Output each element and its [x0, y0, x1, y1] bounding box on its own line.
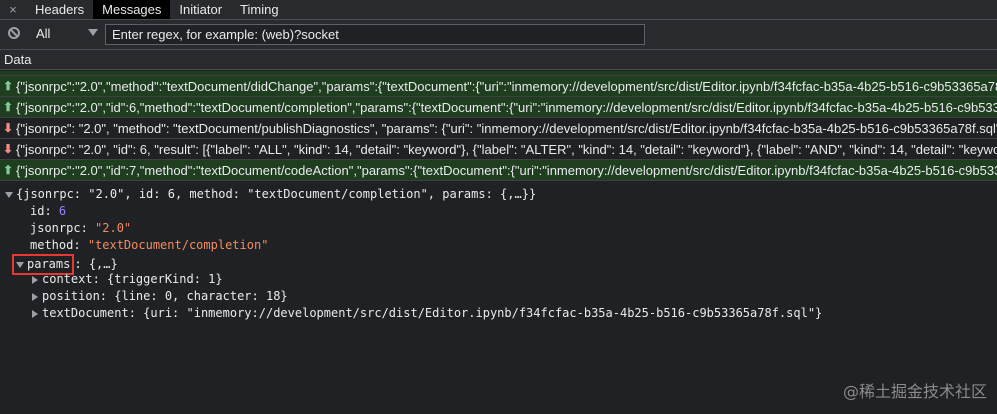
- message-preview: {jsonrpc: "2.0", id: 6, method: "textDoc…: [0, 186, 997, 322]
- preview-id: id: 6: [30, 204, 67, 218]
- triangle-right-icon[interactable]: [32, 292, 38, 301]
- watermark: @稀土掘金技术社区: [842, 382, 987, 401]
- message-text: {"jsonrpc":"2.0","id":7,"method":"textDo…: [16, 162, 997, 178]
- message-row[interactable]: ⬆ {"jsonrpc":"2.0","id":6,"method":"text…: [0, 97, 997, 118]
- message-text: {"jsonrpc": "2.0", "method": "textDocume…: [16, 120, 997, 136]
- arrow-down-icon: ⬇: [2, 121, 14, 135]
- number-value: 6: [58, 204, 67, 218]
- preview-summary: {jsonrpc: "2.0", id: 6, method: "textDoc…: [16, 187, 537, 201]
- arrow-up-icon: ⬆: [2, 79, 14, 93]
- message-row[interactable]: ⬆ {"jsonrpc":"2.0","id":7,"method":"text…: [0, 160, 997, 181]
- block-icon[interactable]: [8, 27, 20, 39]
- object-value: {triggerKind: 1}: [107, 272, 223, 286]
- message-text: {"jsonrpc": "2.0", "id": 6, "result": [{…: [16, 141, 997, 157]
- message-text: {"jsonrpc":"2.0","id":6,"method":"textDo…: [16, 99, 997, 115]
- preview-child[interactable]: context: {triggerKind: 1}: [0, 271, 997, 288]
- message-row[interactable]: ⬇ {"jsonrpc": "2.0", "id": 6, "result": …: [0, 139, 997, 160]
- key-label: context: [42, 272, 93, 286]
- key-label: position: [42, 289, 100, 303]
- triangle-right-icon[interactable]: [32, 275, 38, 284]
- message-row[interactable]: ⬇ {"jsonrpc": "2.0", "method": "textDocu…: [0, 118, 997, 139]
- preview-jsonrpc: jsonrpc: "2.0": [30, 221, 132, 235]
- string-value: "2.0": [95, 221, 132, 235]
- data-column-header: Data: [0, 50, 997, 70]
- tab-bar: × Headers Messages Initiator Timing: [0, 0, 997, 20]
- string-value: "textDocument/completion": [87, 238, 269, 252]
- close-icon[interactable]: ×: [0, 0, 26, 19]
- object-value: {line: 0, character: 18}: [114, 289, 288, 303]
- message-type-dropdown[interactable]: All: [36, 26, 50, 41]
- message-list: ⬆ {"jsonrpc":"2.0","method":"textDocumen…: [0, 71, 997, 181]
- triangle-down-icon[interactable]: [5, 191, 13, 198]
- tab-headers[interactable]: Headers: [26, 0, 93, 19]
- arrow-up-icon: ⬆: [2, 163, 14, 177]
- key-label: method: [30, 238, 74, 252]
- filter-input[interactable]: [105, 24, 645, 45]
- preview-params[interactable]: params: {,…}: [0, 254, 997, 275]
- key-label: textDocument: [42, 306, 129, 320]
- tab-timing[interactable]: Timing: [231, 0, 288, 19]
- tab-messages[interactable]: Messages: [93, 0, 171, 19]
- preview-root[interactable]: {jsonrpc: "2.0", id: 6, method: "textDoc…: [0, 186, 997, 203]
- triangle-down-icon[interactable]: [16, 261, 24, 268]
- message-row[interactable]: ⬆ {"jsonrpc":"2.0","method":"textDocumen…: [0, 76, 997, 97]
- object-value: {uri: "inmemory://development/src/dist/E…: [143, 306, 823, 320]
- tab-initiator[interactable]: Initiator: [170, 0, 231, 19]
- arrow-up-icon: ⬆: [2, 100, 14, 114]
- triangle-right-icon[interactable]: [32, 309, 38, 318]
- chevron-down-icon[interactable]: [88, 29, 98, 36]
- preview-child[interactable]: position: {line: 0, character: 18}: [0, 288, 997, 305]
- preview-method: method: "textDocument/completion": [30, 238, 269, 252]
- key-label: params: [27, 257, 71, 271]
- key-label: jsonrpc: [30, 221, 81, 235]
- object-value: {,…}: [88, 257, 118, 271]
- key-label: id: [30, 204, 45, 218]
- message-text: {"jsonrpc":"2.0","method":"textDocument/…: [16, 78, 997, 94]
- arrow-down-icon: ⬇: [2, 142, 14, 156]
- preview-child[interactable]: textDocument: {uri: "inmemory://developm…: [0, 305, 997, 322]
